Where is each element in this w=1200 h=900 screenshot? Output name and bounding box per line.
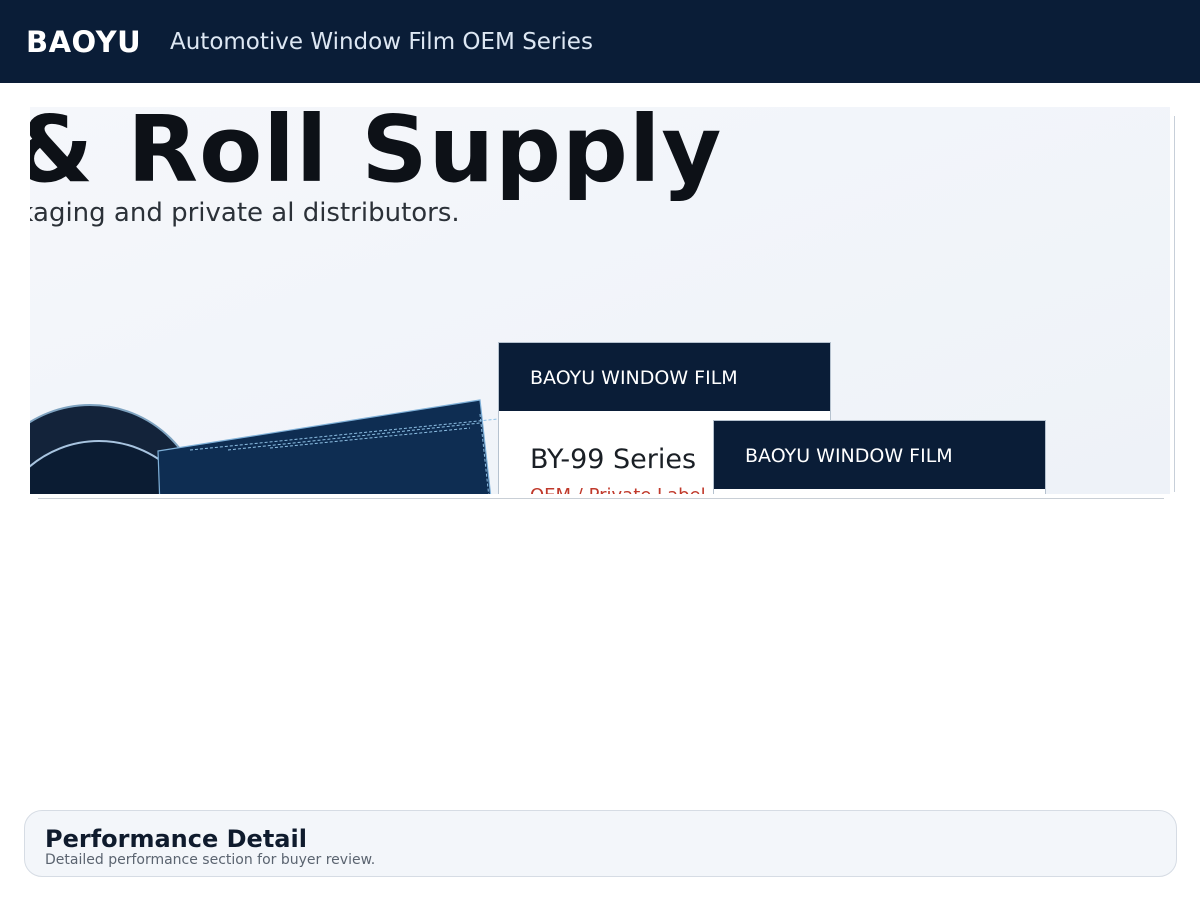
hero-divider bbox=[38, 498, 1164, 499]
performance-detail-panel[interactable]: Performance Detail Detailed performance … bbox=[24, 810, 1177, 877]
product-series-name: BY-99 Series bbox=[530, 444, 697, 475]
product-tag: OEM / Private Label bbox=[530, 485, 706, 494]
product-brand-label: BAOYU WINDOW FILM bbox=[745, 445, 953, 467]
product-card-secondary[interactable]: BAOYU WINDOW FILM bbox=[713, 420, 1046, 494]
product-card-header: BAOYU WINDOW FILM bbox=[499, 343, 830, 411]
top-header: BAOYU Automotive Window Film OEM Series bbox=[0, 0, 1200, 83]
product-card-header: BAOYU WINDOW FILM bbox=[714, 421, 1045, 489]
hero-section: & Roll Supply y, carton packaging and pr… bbox=[30, 107, 1170, 494]
performance-subtitle: Detailed performance section for buyer r… bbox=[45, 852, 376, 868]
hero-right-border bbox=[1174, 116, 1175, 492]
product-brand-label: BAOYU WINDOW FILM bbox=[530, 367, 738, 389]
brand-logo[interactable]: BAOYU bbox=[26, 24, 141, 60]
performance-title: Performance Detail bbox=[45, 825, 307, 853]
header-subtitle: Automotive Window Film OEM Series bbox=[170, 29, 593, 55]
